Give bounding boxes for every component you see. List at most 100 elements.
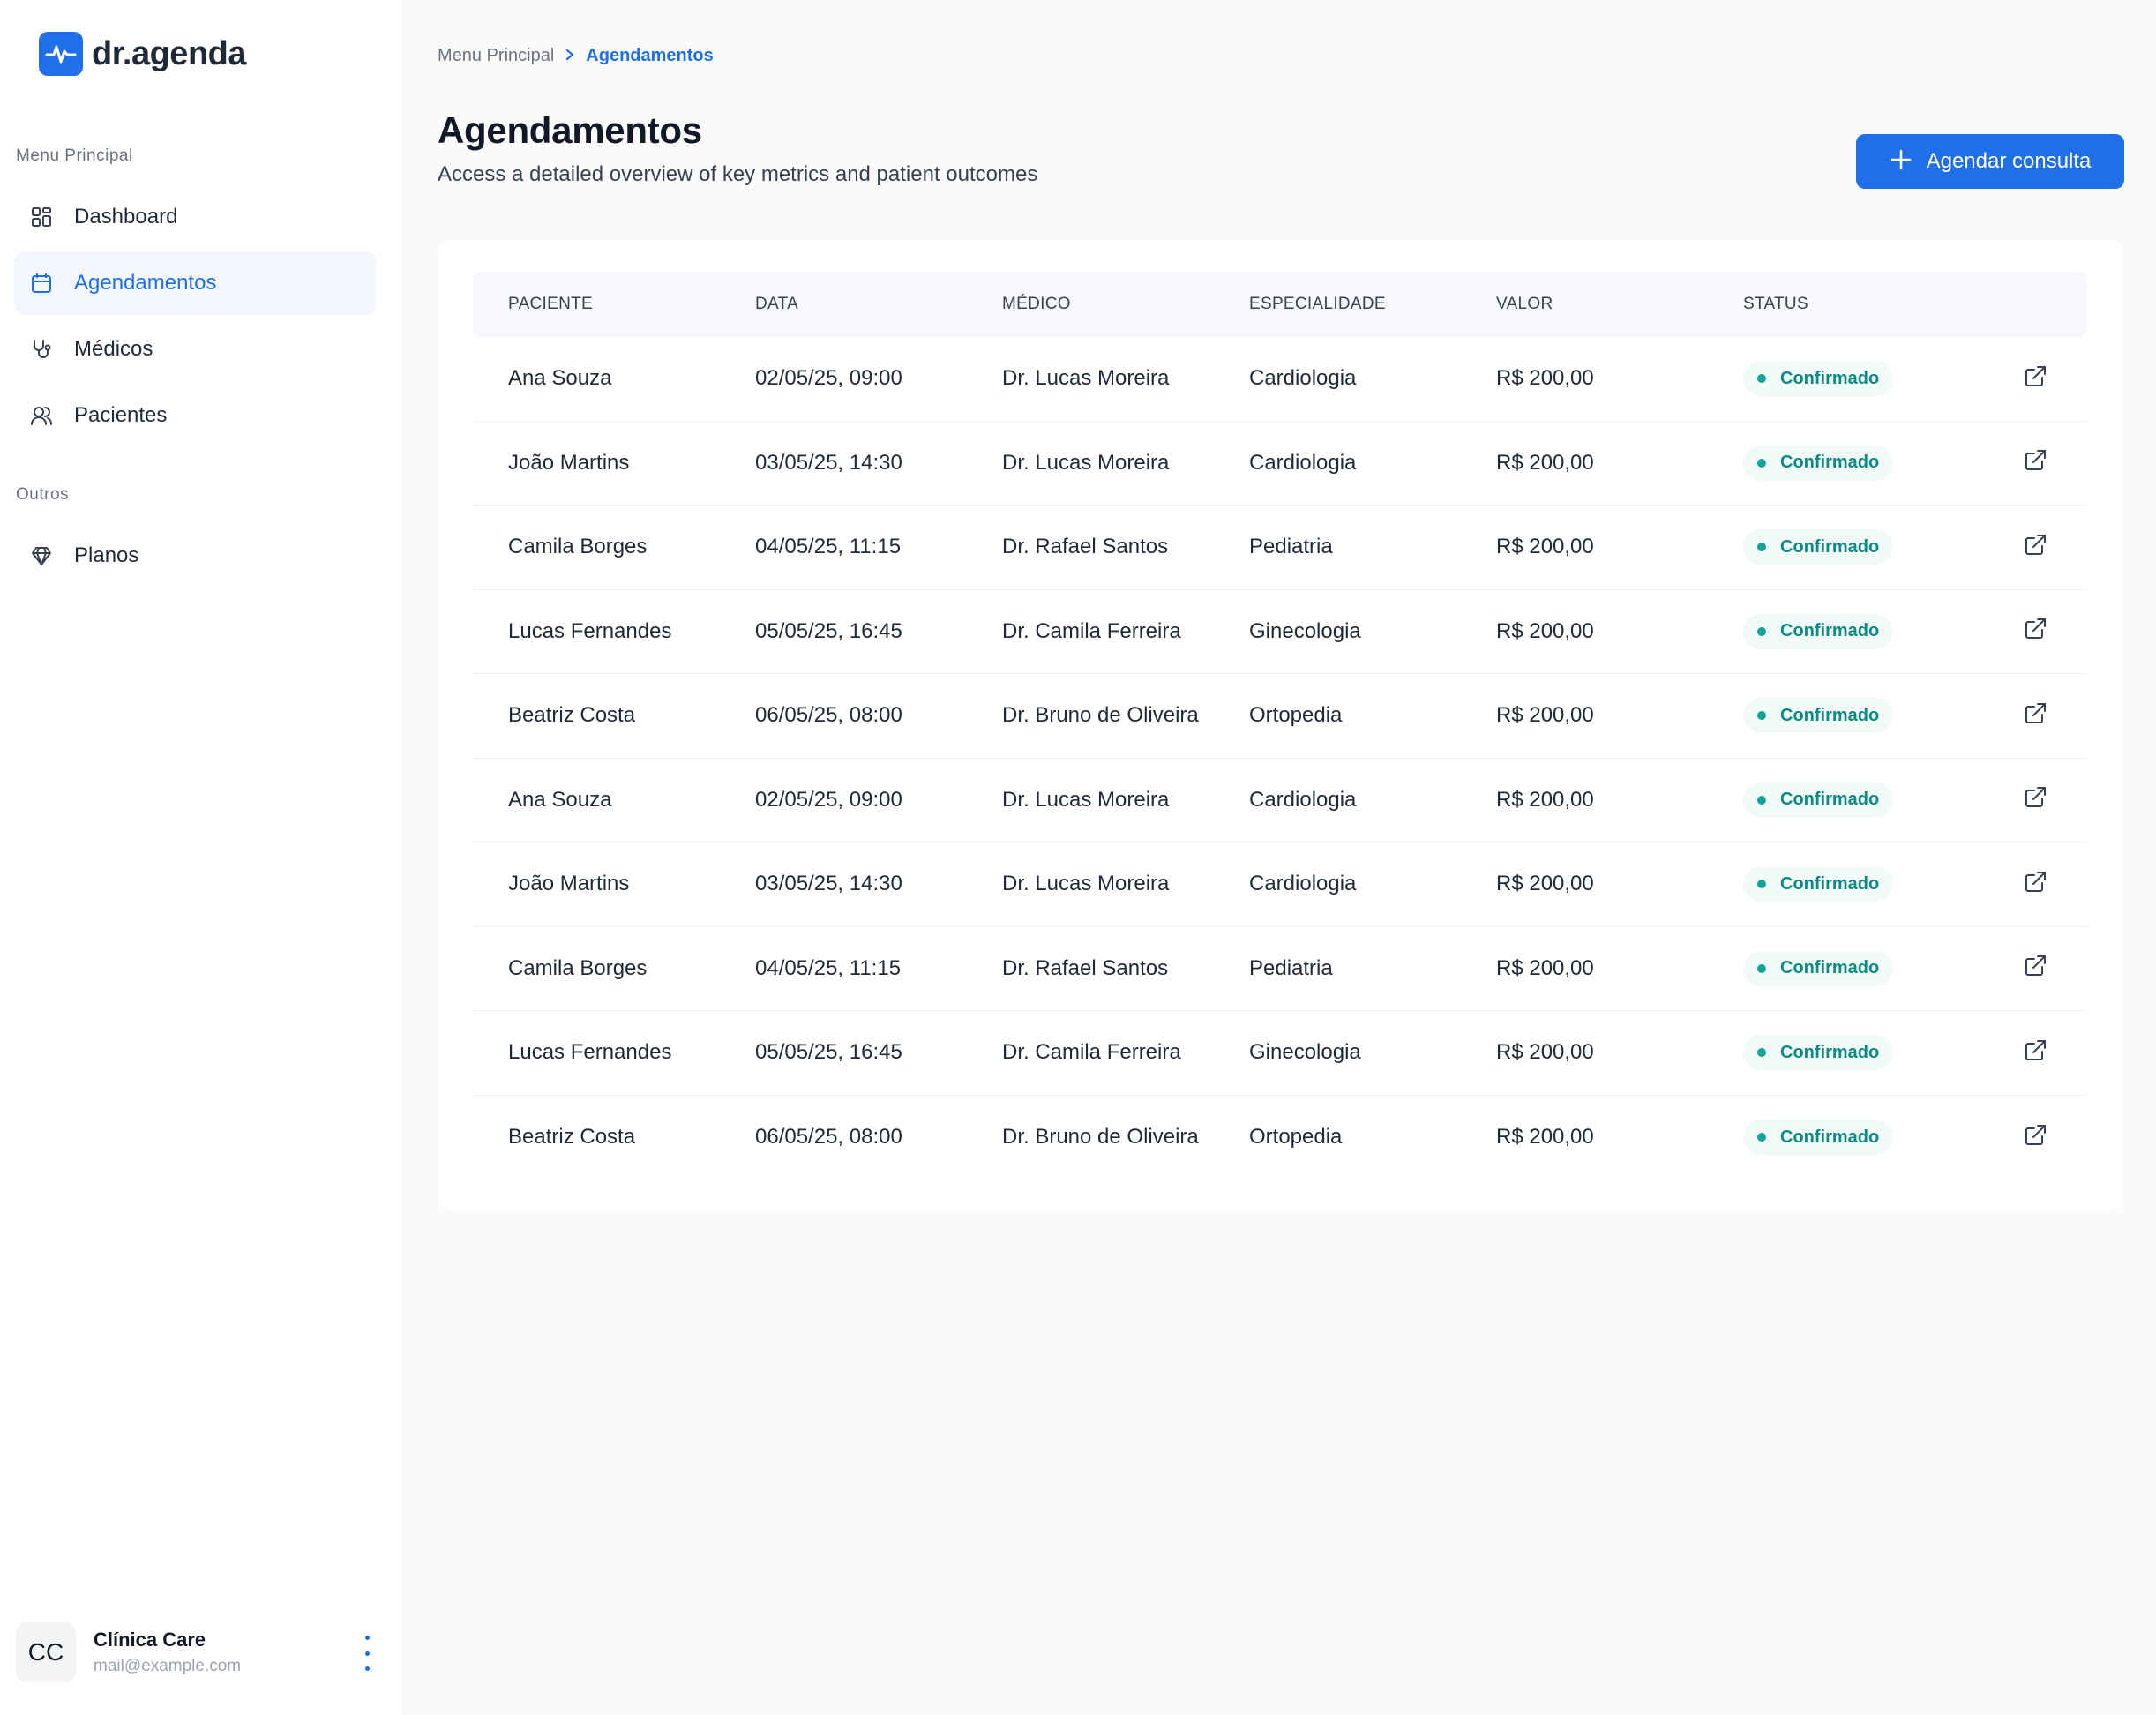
cell-paciente: João Martins	[508, 450, 630, 475]
external-link-icon[interactable]	[2023, 364, 2047, 393]
table-row[interactable]: Lucas Fernandes 05/05/25, 16:45 Dr. Cami…	[473, 590, 2087, 674]
cell-medico: Dr. Camila Ferreira	[1002, 1040, 1181, 1065]
cell-especialidade: Cardiologia	[1249, 787, 1357, 812]
external-link-icon[interactable]	[2023, 785, 2047, 814]
cell-especialidade: Pediatria	[1249, 535, 1333, 559]
calendar-icon	[26, 268, 56, 298]
breadcrumb-root[interactable]: Menu Principal	[438, 46, 554, 66]
cell-valor: R$ 200,00	[1496, 872, 1594, 896]
cell-especialidade: Ortopedia	[1249, 1125, 1343, 1150]
avatar: CC	[16, 1622, 76, 1682]
cell-valor: R$ 200,00	[1496, 450, 1594, 475]
status-dot	[1757, 458, 1766, 468]
status-label: Confirmado	[1780, 536, 1880, 557]
cell-valor: R$ 200,00	[1496, 1040, 1594, 1065]
sidebar-item-medicos[interactable]: Médicos	[14, 318, 376, 381]
sidebar-item-agendamentos[interactable]: Agendamentos	[14, 251, 376, 315]
pulse-logo-icon	[39, 32, 83, 76]
table-row[interactable]: Camila Borges 04/05/25, 11:15 Dr. Rafael…	[473, 506, 2087, 590]
column-header-valor[interactable]: VALOR	[1496, 295, 1553, 314]
column-header-paciente[interactable]: PACIENTE	[508, 295, 593, 314]
sidebar-item-dashboard[interactable]: Dashboard	[14, 185, 376, 249]
cell-medico: Dr. Rafael Santos	[1002, 955, 1169, 980]
table-row[interactable]: Camila Borges 04/05/25, 11:15 Dr. Rafael…	[473, 927, 2087, 1011]
status-dot	[1757, 626, 1766, 636]
sidebar-item-label: Dashboard	[74, 205, 178, 228]
status-dot	[1757, 1133, 1766, 1142]
external-link-icon[interactable]	[2023, 1038, 2047, 1067]
cell-medico: Dr. Camila Ferreira	[1002, 618, 1181, 643]
cell-data: 03/05/25, 14:30	[755, 450, 902, 475]
table-row[interactable]: Ana Souza 02/05/25, 09:00 Dr. Lucas More…	[473, 759, 2087, 843]
schedule-appointment-button[interactable]: Agendar consulta	[1856, 134, 2124, 189]
external-link-icon[interactable]	[2023, 954, 2047, 983]
sidebar-item-label: Planos	[74, 543, 139, 567]
button-label: Agendar consulta	[1926, 149, 2092, 173]
column-header-status[interactable]: STATUS	[1743, 295, 1808, 314]
brand[interactable]: dr.agenda	[39, 32, 247, 76]
status-badge: Confirmado	[1743, 529, 1894, 565]
column-header-medico[interactable]: MÉDICO	[1002, 295, 1071, 314]
cell-data: 05/05/25, 16:45	[755, 1040, 902, 1065]
page-title: Agendamentos	[438, 109, 702, 151]
main-content: Menu Principal Agendamentos Agendamentos…	[399, 0, 2156, 1715]
cell-especialidade: Pediatria	[1249, 955, 1333, 980]
status-badge: Confirmado	[1743, 866, 1894, 902]
status-badge: Confirmado	[1743, 613, 1894, 649]
table-row[interactable]: João Martins 03/05/25, 14:30 Dr. Lucas M…	[473, 422, 2087, 506]
external-link-icon[interactable]	[2023, 701, 2047, 730]
external-link-icon[interactable]	[2023, 1123, 2047, 1152]
sidebar-item-planos[interactable]: Planos	[14, 524, 376, 588]
dashboard-icon	[26, 202, 56, 232]
table-row[interactable]: Lucas Fernandes 05/05/25, 16:45 Dr. Cami…	[473, 1011, 2087, 1096]
table-row[interactable]: Beatriz Costa 06/05/25, 08:00 Dr. Bruno …	[473, 674, 2087, 759]
status-dot	[1757, 963, 1766, 973]
cell-especialidade: Cardiologia	[1249, 366, 1357, 391]
sidebar-item-pacientes[interactable]: Pacientes	[14, 384, 376, 447]
status-label: Confirmado	[1780, 1127, 1880, 1147]
user-name: Clínica Care	[94, 1629, 206, 1651]
cell-valor: R$ 200,00	[1496, 618, 1594, 643]
column-header-especialidade[interactable]: ESPECIALIDADE	[1249, 295, 1386, 314]
user-info: Clínica Care mail@example.com	[94, 1629, 241, 1676]
external-link-icon[interactable]	[2023, 870, 2047, 899]
cell-paciente: Ana Souza	[508, 787, 612, 812]
cell-medico: Dr. Lucas Moreira	[1002, 366, 1170, 391]
appointments-card: PACIENTE DATA MÉDICO ESPECIALIDADE VALOR…	[438, 240, 2122, 1210]
cell-valor: R$ 200,00	[1496, 1125, 1594, 1150]
table-row[interactable]: Ana Souza 02/05/25, 09:00 Dr. Lucas More…	[473, 337, 2087, 422]
breadcrumb-current: Agendamentos	[586, 46, 714, 65]
cell-especialidade: Cardiologia	[1249, 872, 1357, 896]
status-label: Confirmado	[1780, 621, 1880, 641]
sidebar-item-label: Agendamentos	[74, 271, 217, 295]
user-card[interactable]: CC Clínica Care mail@example.com	[16, 1621, 378, 1683]
cell-data: 03/05/25, 14:30	[755, 872, 902, 896]
cell-data: 02/05/25, 09:00	[755, 787, 902, 812]
cell-valor: R$ 200,00	[1496, 366, 1594, 391]
external-link-icon[interactable]	[2023, 448, 2047, 477]
more-vertical-icon[interactable]	[356, 1636, 378, 1671]
column-header-data[interactable]: DATA	[755, 295, 798, 314]
status-label: Confirmado	[1780, 958, 1880, 978]
cell-especialidade: Ortopedia	[1249, 703, 1343, 728]
table-row[interactable]: Beatriz Costa 06/05/25, 08:00 Dr. Bruno …	[473, 1096, 2087, 1180]
users-icon	[26, 401, 56, 431]
cell-paciente: Lucas Fernandes	[508, 1040, 672, 1065]
status-badge: Confirmado	[1743, 1120, 1894, 1156]
cell-medico: Dr. Lucas Moreira	[1002, 787, 1170, 812]
external-link-icon[interactable]	[2023, 533, 2047, 562]
cell-especialidade: Ginecologia	[1249, 1040, 1361, 1065]
user-email: mail@example.com	[94, 1657, 242, 1675]
stethoscope-icon	[26, 334, 56, 364]
cell-medico: Dr. Bruno de Oliveira	[1002, 1125, 1199, 1150]
external-link-icon[interactable]	[2023, 617, 2047, 646]
cell-medico: Dr. Lucas Moreira	[1002, 872, 1170, 896]
cell-data: 04/05/25, 11:15	[755, 535, 902, 559]
status-label: Confirmado	[1780, 705, 1880, 725]
cell-valor: R$ 200,00	[1496, 703, 1594, 728]
plus-icon	[1890, 146, 1913, 176]
table-header: PACIENTE DATA MÉDICO ESPECIALIDADE VALOR…	[473, 272, 2087, 337]
table-row[interactable]: João Martins 03/05/25, 14:30 Dr. Lucas M…	[473, 843, 2087, 927]
section-label-other: Outros	[16, 485, 70, 504]
cell-paciente: Lucas Fernandes	[508, 618, 672, 643]
